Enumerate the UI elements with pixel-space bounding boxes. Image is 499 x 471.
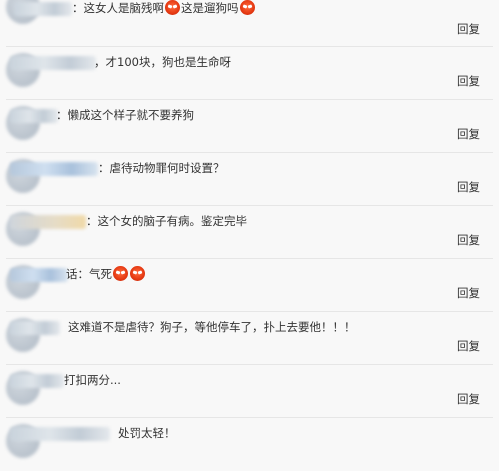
comment-item: ：懒成这个样子就不要养狗 回复 xyxy=(0,100,499,153)
username-blurred[interactable] xyxy=(10,268,68,282)
comment-text-part: ：这女人是脑残啊 xyxy=(72,1,164,15)
comment-item: 处罚太轻！ xyxy=(0,418,499,471)
reply-button[interactable]: 回复 xyxy=(457,232,480,248)
comment-item: ，才100块，狗也是生命呀 回复 xyxy=(0,47,499,100)
comment-list: ：这女人是脑残啊 这是遛狗吗 回复 ，才100块，狗也是生命呀 回复 ：懒成这个样… xyxy=(0,0,499,458)
reply-button[interactable]: 回复 xyxy=(457,73,480,89)
reply-button[interactable]: 回复 xyxy=(457,179,480,195)
reply-button[interactable]: 回复 xyxy=(457,285,480,301)
comment-item: 打扣两分... 回复 xyxy=(0,365,499,418)
comment-item: ：虐待动物罪何时设置？ 回复 xyxy=(0,153,499,206)
comment-item: 这难道不是虐待？狗子，等他停车了，扑上去要他！！！ 回复 xyxy=(0,312,499,365)
comment-item: 话：气死 回复 xyxy=(0,259,499,312)
angry-face-icon xyxy=(130,266,145,281)
username-blurred[interactable] xyxy=(14,2,72,16)
comment-text: ：这女人是脑残啊 这是遛狗吗 xyxy=(72,0,256,16)
reply-button[interactable]: 回复 xyxy=(457,126,480,142)
username-blurred[interactable] xyxy=(10,162,98,176)
comment-text: 话：气死 xyxy=(66,266,146,282)
reply-button[interactable]: 回复 xyxy=(457,338,480,354)
comment-text: 打扣两分... xyxy=(64,373,121,387)
comment-text: 这难道不是虐待？狗子，等他停车了，扑上去要他！！！ xyxy=(68,320,356,334)
username-blurred[interactable] xyxy=(10,321,60,335)
username-blurred[interactable] xyxy=(10,56,96,70)
reply-button[interactable]: 回复 xyxy=(457,21,480,37)
angry-face-icon xyxy=(165,0,180,15)
comment-text: ：虐待动物罪何时设置？ xyxy=(98,161,225,175)
username-blurred[interactable] xyxy=(10,215,86,229)
username-blurred[interactable] xyxy=(10,427,110,441)
comment-text: ，才100块，狗也是生命呀 xyxy=(94,55,231,69)
angry-face-icon xyxy=(113,266,128,281)
username-blurred[interactable] xyxy=(10,374,64,388)
comment-text: ：这个女的脑子有病。鉴定完毕 xyxy=(86,214,247,228)
reply-button[interactable]: 回复 xyxy=(457,391,480,407)
username-blurred[interactable] xyxy=(10,109,58,123)
comment-item: ：这女人是脑残啊 这是遛狗吗 回复 xyxy=(0,0,499,47)
comment-text-part: 话：气死 xyxy=(66,267,112,281)
comment-item: ：这个女的脑子有病。鉴定完毕 回复 xyxy=(0,206,499,259)
comment-text: 处罚太轻！ xyxy=(118,426,176,440)
angry-face-icon xyxy=(239,0,255,15)
comment-text-part: 这是遛狗吗 xyxy=(181,1,239,15)
comment-text: ：懒成这个样子就不要养狗 xyxy=(56,108,194,122)
